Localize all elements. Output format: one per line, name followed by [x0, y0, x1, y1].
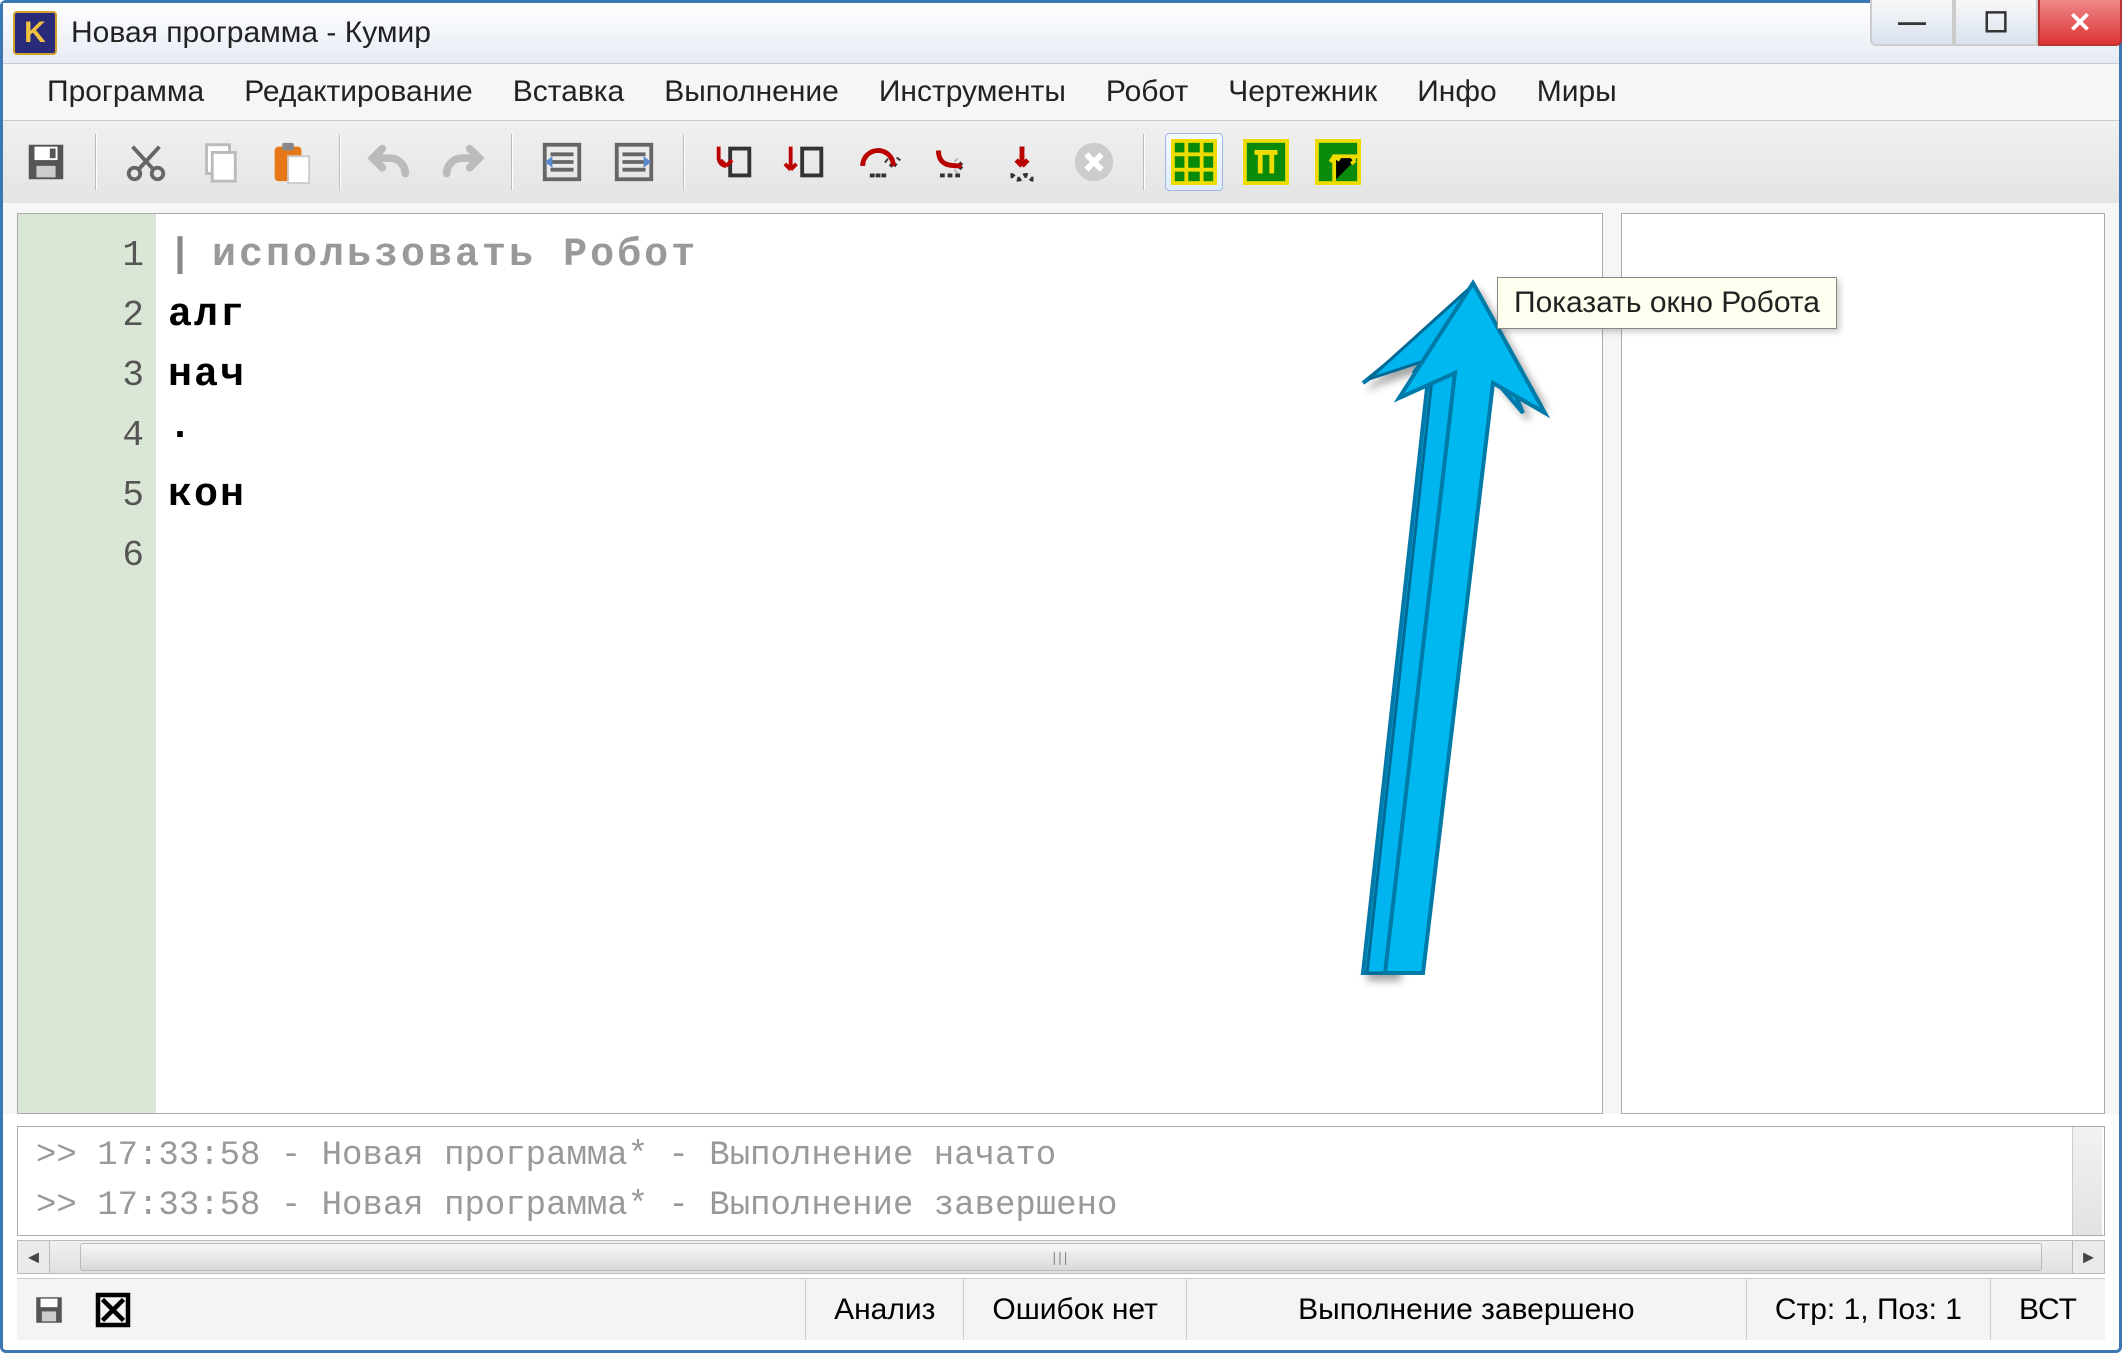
line-num: 4: [18, 406, 144, 466]
save-button[interactable]: [17, 133, 75, 191]
status-error-button[interactable]: [81, 1292, 145, 1328]
code-text: кон: [168, 473, 246, 518]
main-area: 1 2 3 4 5 6 | использовать Робот алг нач…: [3, 203, 2119, 1114]
step-button[interactable]: [777, 133, 835, 191]
menu-robot[interactable]: Робот: [1088, 71, 1206, 113]
console-vscroll[interactable]: [2072, 1127, 2102, 1235]
titlebar: K Новая программа - Кумир — ☐ ✕: [3, 3, 2119, 63]
console-line: >> 17:33:58 - Новая программа* - Выполне…: [36, 1131, 2086, 1181]
code-text: использовать Робот: [212, 233, 698, 278]
horizontal-scrollbar[interactable]: ◄ ||| ►: [17, 1240, 2105, 1274]
window-controls: — ☐ ✕: [1870, 0, 2122, 46]
menu-tools[interactable]: Инструменты: [861, 71, 1084, 113]
undo-icon: [367, 139, 413, 185]
outdent-button[interactable]: [605, 133, 663, 191]
menu-worlds[interactable]: Миры: [1519, 71, 1635, 113]
console-line: >> 17:33:58 - Новая программа* - Выполне…: [36, 1181, 2086, 1231]
stepout-button[interactable]: [921, 133, 979, 191]
line-gutter: 1 2 3 4 5 6: [18, 214, 156, 1113]
margin-mark: |: [168, 226, 188, 286]
stepinto-icon: [999, 139, 1045, 185]
scroll-track[interactable]: |||: [50, 1241, 2072, 1273]
stepover-icon: [855, 139, 901, 185]
copy-button[interactable]: [189, 133, 247, 191]
cut-icon: [123, 139, 169, 185]
scroll-right-button[interactable]: ►: [2072, 1241, 2104, 1273]
menu-edit[interactable]: Редактирование: [226, 71, 491, 113]
line-num: 1: [18, 226, 144, 286]
window-title: Новая программа - Кумир: [71, 16, 431, 50]
redo-icon: [439, 139, 485, 185]
menu-info[interactable]: Инфо: [1399, 71, 1515, 113]
indent-button[interactable]: [533, 133, 591, 191]
redo-button[interactable]: [433, 133, 491, 191]
save-icon: [23, 139, 69, 185]
status-analysis: Анализ: [805, 1279, 963, 1340]
cut-button[interactable]: [117, 133, 175, 191]
tooltip: Показать окно Робота: [1497, 277, 1837, 329]
stepout-icon: [927, 139, 973, 185]
menu-program[interactable]: Программа: [29, 71, 222, 113]
status-cursor-position: Стр: 1, Поз: 1: [1746, 1279, 1990, 1340]
scroll-left-button[interactable]: ◄: [18, 1241, 50, 1273]
editor-pane: 1 2 3 4 5 6 | использовать Робот алг нач…: [17, 213, 1603, 1114]
run-icon: [711, 139, 757, 185]
app-icon: K: [13, 11, 57, 55]
robot-grid-icon: [1171, 139, 1217, 185]
line-num: 5: [18, 466, 144, 526]
error-x-icon: [95, 1292, 131, 1328]
close-button[interactable]: ✕: [2038, 0, 2122, 46]
menu-insert[interactable]: Вставка: [495, 71, 643, 113]
maximize-button[interactable]: ☐: [1954, 0, 2038, 46]
status-errors: Ошибок нет: [963, 1279, 1185, 1340]
line-num: 6: [18, 526, 144, 586]
status-save-button[interactable]: [17, 1293, 81, 1327]
status-execution: Выполнение завершено: [1186, 1279, 1746, 1340]
code-text: алг: [168, 293, 246, 338]
robot-mode2-button[interactable]: [1237, 133, 1295, 191]
toolbar: [3, 121, 2119, 203]
line-num: 2: [18, 286, 144, 346]
maximize-icon: ☐: [1983, 6, 2008, 39]
run-button[interactable]: [705, 133, 763, 191]
code-text: ·: [168, 413, 194, 458]
line-num: 3: [18, 346, 144, 406]
indent-icon: [539, 139, 585, 185]
undo-button[interactable]: [361, 133, 419, 191]
stop-button[interactable]: [1065, 133, 1123, 191]
outdent-icon: [611, 139, 657, 185]
copy-icon: [195, 139, 241, 185]
code-text: нач: [168, 353, 246, 398]
scroll-thumb[interactable]: |||: [80, 1243, 2042, 1271]
menu-execute[interactable]: Выполнение: [646, 71, 857, 113]
status-insert-mode: ВСТ: [1990, 1279, 2105, 1340]
app-window: K Новая программа - Кумир — ☐ ✕ Программ…: [0, 0, 2122, 1353]
save-small-icon: [32, 1293, 66, 1327]
statusbar: Анализ Ошибок нет Выполнение завершено С…: [17, 1278, 2105, 1340]
menu-draftsman[interactable]: Чертежник: [1210, 71, 1395, 113]
robot-mode3-button[interactable]: [1309, 133, 1367, 191]
minimize-icon: —: [1898, 6, 1926, 38]
menubar: Программа Редактирование Вставка Выполне…: [3, 63, 2119, 121]
side-pane: [1621, 213, 2105, 1114]
output-console[interactable]: >> 17:33:58 - Новая программа* - Выполне…: [17, 1126, 2105, 1236]
paste-button[interactable]: [261, 133, 319, 191]
stepover-button[interactable]: [849, 133, 907, 191]
code-editor[interactable]: | использовать Робот алг нач · кон: [156, 214, 1602, 1113]
show-robot-button[interactable]: [1165, 133, 1223, 191]
step-icon: [783, 139, 829, 185]
close-icon: ✕: [2068, 6, 2091, 39]
paste-icon: [267, 139, 313, 185]
robot-axes-icon: [1315, 139, 1361, 185]
minimize-button[interactable]: —: [1870, 0, 1954, 46]
stop-icon: [1071, 139, 1117, 185]
stepinto-button[interactable]: [993, 133, 1051, 191]
robot-pi-icon: [1243, 139, 1289, 185]
